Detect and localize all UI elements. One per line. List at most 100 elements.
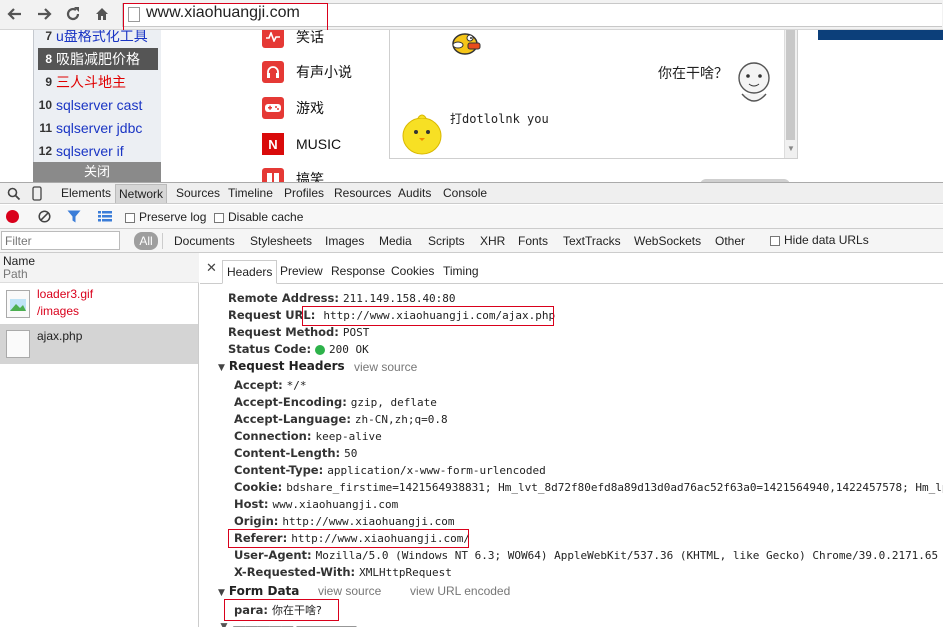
close-detail-icon[interactable]: ✕	[206, 260, 217, 276]
flappy-bird-icon	[450, 30, 482, 61]
header-row: Accept-Language: zh-CN,zh;q=0.8	[234, 412, 448, 426]
column-path: Path	[3, 267, 28, 281]
nav-item-audio-novel[interactable]: 有声小说	[262, 60, 352, 84]
view-url-encoded-link[interactable]: view URL encoded	[410, 584, 510, 598]
tab-network[interactable]: Network	[115, 184, 168, 203]
filter-images[interactable]: Images	[325, 234, 364, 248]
record-icon[interactable]	[6, 210, 19, 223]
divider	[162, 233, 163, 249]
disable-cache-label: Disable cache	[228, 210, 304, 224]
view-source-link[interactable]: view source	[354, 360, 417, 374]
column-name: Name	[3, 254, 36, 268]
general-status-code: Status Code: 200 OK	[228, 342, 369, 356]
list-item[interactable]: 11 sqlserver jdbc	[38, 117, 158, 139]
response-headers-section[interactable]: ▼ ▬▬▬▬▬ ▬▬▬▬▬	[218, 621, 418, 627]
general-remote-address: Remote Address: 211.149.158.40:80	[228, 291, 456, 305]
hot-search-list: 7 u盘格式化工具 8 吸脂减肥价格 9 三人斗地主 10 sqlserver cast…	[33, 30, 161, 182]
filter-texttracks[interactable]: TextTracks	[563, 234, 621, 248]
tab-sources[interactable]: Sources	[176, 186, 220, 200]
user-avatar	[734, 60, 774, 109]
request-row-selected[interactable]: ajax.php	[0, 324, 198, 364]
nav-item-games[interactable]: 游戏	[262, 96, 324, 120]
tab-preview[interactable]: Preview	[280, 264, 323, 278]
filter-stylesheets[interactable]: Stylesheets	[250, 234, 312, 248]
tab-headers[interactable]: Headers	[222, 260, 278, 284]
hide-data-urls-label: Hide data URLs	[784, 233, 869, 247]
filter-scripts[interactable]: Scripts	[428, 234, 465, 248]
header-row: Connection: keep-alive	[234, 429, 382, 443]
back-icon[interactable]	[4, 3, 26, 25]
nav-item-music[interactable]: N MUSIC	[262, 132, 341, 156]
header-row: X-Requested-With: XMLHttpRequest	[234, 565, 452, 579]
view-source-link[interactable]: view source	[318, 584, 381, 598]
filter-bar: All Documents Stylesheets Images Media S…	[0, 229, 943, 253]
music-icon: N	[262, 133, 284, 155]
tab-audits[interactable]: Audits	[398, 186, 431, 200]
header-row: Accept-Encoding: gzip, deflate	[234, 395, 437, 409]
request-path: /images	[37, 304, 80, 318]
filter-websockets[interactable]: WebSockets	[634, 234, 701, 248]
status-ok-icon	[315, 344, 326, 355]
tab-profiles[interactable]: Profiles	[284, 186, 324, 200]
jokes-icon	[262, 30, 284, 48]
header-row: Content-Length: 50	[234, 446, 358, 460]
filter-documents[interactable]: Documents	[174, 234, 235, 248]
filter-input[interactable]	[1, 231, 120, 250]
general-request-method: Request Method: POST	[228, 325, 370, 339]
nav-item-jokes[interactable]: 笑话	[262, 30, 324, 49]
chat-window: 你在干啥？ 打dotlolnk you	[389, 30, 798, 159]
list-item[interactable]: 12 sqlserver if	[38, 140, 158, 162]
request-headers-section[interactable]: ▼ Request Headers	[218, 359, 345, 373]
bot-message: 打dotlolnk you	[450, 112, 549, 126]
preserve-log-label: Preserve log	[139, 210, 207, 224]
list-item[interactable]: 8 吸脂减肥价格	[38, 48, 158, 70]
disable-cache-checkbox[interactable]: Disable cache	[214, 210, 303, 224]
tab-timeline[interactable]: Timeline	[228, 186, 273, 200]
tab-timing[interactable]: Timing	[443, 264, 479, 278]
tab-response[interactable]: Response	[331, 264, 385, 278]
referer-highlight-box	[228, 529, 469, 548]
clear-icon[interactable]	[38, 210, 51, 226]
filter-icon[interactable]	[67, 210, 81, 226]
preserve-log-checkbox[interactable]: Preserve log	[125, 210, 206, 224]
tab-cookies[interactable]: Cookies	[391, 264, 434, 278]
tab-resources[interactable]: Resources	[334, 186, 391, 200]
image-file-icon	[6, 290, 30, 318]
nav-label: 游戏	[296, 100, 324, 116]
request-row[interactable]: loader3.gif /images	[0, 284, 198, 324]
device-mode-icon[interactable]	[32, 186, 42, 204]
bot-avatar	[400, 110, 444, 159]
chat-scrollbar-thumb[interactable]	[786, 30, 795, 140]
hide-data-urls-checkbox[interactable]: Hide data URLs	[770, 233, 869, 247]
filter-fonts[interactable]: Fonts	[518, 234, 548, 248]
header-row: Content-Type: application/x-www-form-urle…	[234, 463, 546, 477]
list-item[interactable]: 7 u盘格式化工具	[38, 30, 158, 47]
reload-icon[interactable]	[62, 3, 84, 25]
document-file-icon	[6, 330, 30, 358]
devtools-tabbar: Elements Network Sources Timeline Profil…	[0, 182, 943, 204]
filter-media[interactable]: Media	[379, 234, 412, 248]
list-item[interactable]: 9 三人斗地主	[38, 71, 158, 93]
column-header[interactable]: Name Path	[0, 253, 199, 283]
close-button[interactable]: 关闭	[33, 162, 161, 182]
scroll-down-icon[interactable]: ▼	[787, 144, 795, 153]
user-message: 你在干啥？	[658, 65, 728, 81]
filter-other[interactable]: Other	[715, 234, 745, 248]
list-view-icon[interactable]	[98, 211, 112, 225]
list-item[interactable]: 10 sqlserver cast	[38, 94, 158, 116]
tab-console[interactable]: Console	[443, 186, 487, 200]
request-name: loader3.gif	[37, 287, 94, 301]
inspect-icon[interactable]	[7, 187, 21, 204]
form-data-section[interactable]: ▼ Form Data	[218, 584, 299, 598]
forward-icon[interactable]	[33, 3, 55, 25]
tab-elements[interactable]: Elements	[61, 186, 111, 200]
nav-item-funny[interactable]: 搞笑	[262, 167, 324, 182]
header-row: Origin: http://www.xiaohuangji.com	[234, 514, 455, 528]
filter-xhr[interactable]: XHR	[480, 234, 505, 248]
header-banner	[818, 30, 943, 40]
header-row: Host: www.xiaohuangji.com	[234, 497, 399, 511]
filter-all-button[interactable]: All	[134, 232, 158, 250]
home-icon[interactable]	[91, 3, 113, 25]
page-viewport: 7 u盘格式化工具 8 吸脂减肥价格 9 三人斗地主 10 sqlserver cast…	[0, 30, 943, 182]
headphones-icon	[262, 61, 284, 83]
